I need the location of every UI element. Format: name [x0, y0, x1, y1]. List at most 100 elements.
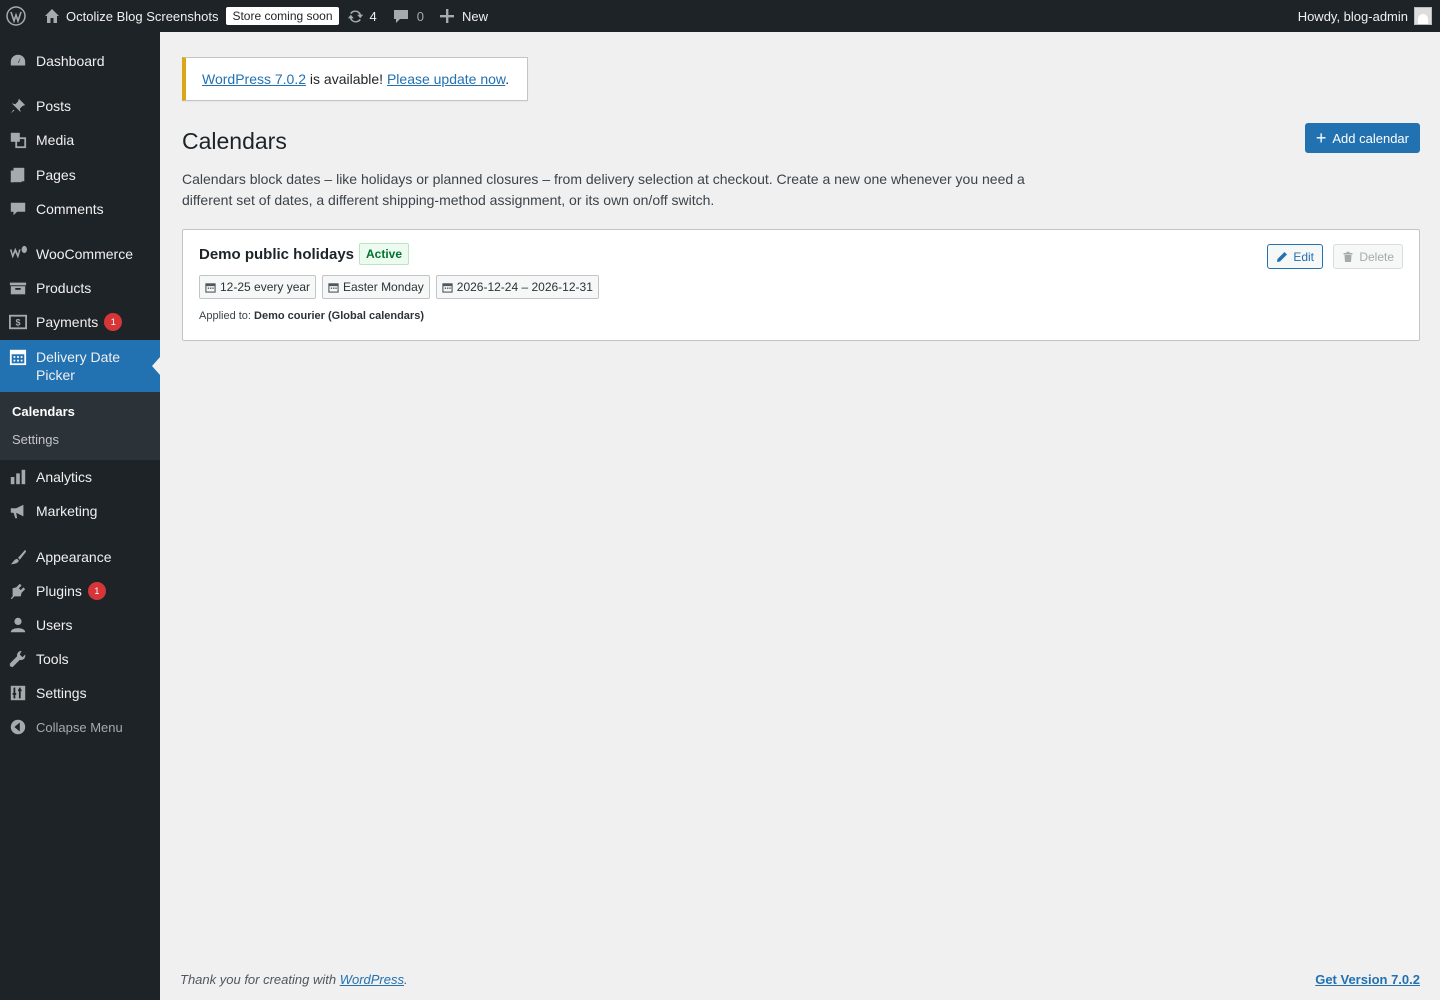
page-description: Calendars block dates – like holidays or…	[182, 171, 1025, 208]
menu-item-posts[interactable]: Posts	[0, 89, 160, 123]
menu-label: Settings	[36, 685, 87, 701]
menu-item-delivery-date-picker[interactable]: Delivery Date Picker	[0, 340, 160, 392]
delete-label: Delete	[1359, 249, 1394, 264]
submenu-item-settings[interactable]: Settings	[0, 426, 160, 454]
plugin-icon	[0, 582, 36, 600]
add-calendar-label: Add calendar	[1332, 130, 1409, 146]
store-status[interactable]: Store coming soon	[226, 0, 339, 32]
date-chips: 12-25 every year Easter Monday 2026-12-2…	[199, 275, 599, 299]
comment-icon	[0, 200, 36, 218]
footer-thanks-text: Thank you for creating with	[180, 972, 340, 987]
footer-version: Get Version 7.0.2	[1315, 972, 1420, 987]
menu-label: Pages	[36, 167, 76, 183]
account-menu[interactable]: Howdy, blog-admin	[1290, 0, 1440, 32]
menu-item-comments[interactable]: Comments	[0, 192, 160, 226]
update-notice: WordPress 7.0.2 is available! Please upd…	[182, 57, 528, 101]
payments-badge: 1	[104, 313, 123, 331]
menu-item-analytics[interactable]: Analytics	[0, 460, 160, 494]
date-chip-label: 12-25 every year	[220, 280, 311, 294]
menu-label: Plugins	[36, 583, 82, 599]
calendar-icon	[328, 282, 339, 293]
footer-thanks: Thank you for creating with WordPress.	[180, 972, 408, 987]
notice-text: is available!	[306, 71, 387, 87]
site-name-link[interactable]: Octolize Blog Screenshots	[36, 0, 226, 32]
applied-value: Demo courier (Global calendars)	[254, 310, 424, 322]
home-icon	[44, 8, 60, 24]
menu-item-tools[interactable]: Tools	[0, 642, 160, 676]
date-chip: Easter Monday	[322, 275, 430, 299]
menu-item-woocommerce[interactable]: WooCommerce	[0, 237, 160, 271]
calendar-icon	[0, 348, 36, 366]
menu-label: Media	[36, 132, 75, 148]
applied-to: Applied to: Demo courier (Global calenda…	[199, 310, 424, 322]
menu-item-appearance[interactable]: Appearance	[0, 540, 160, 574]
wordpress-logo-icon[interactable]	[0, 0, 36, 32]
collapse-menu-button[interactable]: Collapse Menu	[0, 710, 160, 744]
media-icon	[0, 131, 36, 149]
pencil-icon	[1277, 251, 1288, 262]
megaphone-icon	[0, 502, 36, 520]
menu-label: Dashboard	[36, 53, 105, 69]
new-label: New	[462, 8, 489, 24]
menu-item-settings[interactable]: Settings	[0, 676, 160, 710]
new-content-link[interactable]: New	[432, 0, 496, 32]
admin-sidebar: Dashboard Posts Media Pages Comments Woo…	[0, 32, 160, 1000]
get-version-link[interactable]: Get Version 7.0.2	[1315, 972, 1420, 987]
wordpress-version-link[interactable]: WordPress 7.0.2	[202, 71, 306, 87]
calendar-icon	[442, 282, 453, 293]
money-icon: $	[0, 313, 36, 331]
calendar-name: Demo public holidays	[199, 246, 355, 263]
collapse-label: Collapse Menu	[36, 719, 123, 735]
notice-end: .	[505, 71, 510, 87]
plus-icon: +	[1315, 128, 1327, 148]
delete-button[interactable]: Delete	[1333, 244, 1403, 269]
menu-label: Analytics	[36, 469, 93, 485]
main-content: WordPress 7.0.2 is available! Please upd…	[160, 32, 1440, 1000]
add-calendar-button[interactable]: + Add calendar	[1304, 123, 1420, 153]
calendar-card: Demo public holidays Active 12-25 every …	[182, 229, 1420, 341]
chart-icon	[0, 468, 36, 486]
comments-link[interactable]: 0	[385, 0, 432, 32]
plus-icon	[440, 9, 454, 23]
status-badge: Active	[359, 243, 410, 265]
menu-label: Appearance	[36, 549, 112, 565]
menu-label: Products	[36, 280, 92, 296]
updates-icon	[347, 8, 364, 25]
menu-label: Comments	[36, 201, 104, 217]
brush-icon	[0, 548, 36, 566]
menu-label: Tools	[36, 651, 69, 667]
user-icon	[0, 616, 36, 634]
menu-item-plugins[interactable]: Plugins 1	[0, 574, 160, 608]
menu-label: WooCommerce	[36, 246, 133, 262]
menu-item-dashboard[interactable]: Dashboard	[0, 44, 160, 78]
menu-item-payments[interactable]: $ Payments 1	[0, 305, 160, 339]
wrench-icon	[0, 650, 36, 668]
menu-item-media[interactable]: Media	[0, 123, 160, 157]
submenu-item-calendars[interactable]: Calendars	[0, 398, 160, 426]
date-chip-label: Easter Monday	[343, 280, 424, 294]
menu-item-products[interactable]: Products	[0, 271, 160, 305]
admin-bar: Octolize Blog Screenshots Store coming s…	[0, 0, 1440, 32]
applied-prefix: Applied to:	[199, 310, 251, 322]
edit-button[interactable]: Edit	[1267, 244, 1323, 269]
current-menu-arrow	[152, 357, 160, 375]
trash-icon	[1343, 251, 1353, 262]
date-chip: 2026-12-24 – 2026-12-31	[435, 275, 599, 299]
archive-icon	[0, 279, 36, 297]
page-title: Calendars	[182, 128, 287, 154]
pin-icon	[0, 97, 36, 115]
comments-count: 0	[416, 8, 424, 24]
svg-text:$: $	[15, 318, 20, 328]
submenu: Calendars Settings	[0, 392, 160, 460]
menu-item-marketing[interactable]: Marketing	[0, 494, 160, 528]
comment-icon	[393, 8, 409, 24]
avatar	[1414, 7, 1432, 25]
menu-label: Users	[36, 617, 73, 633]
menu-item-users[interactable]: Users	[0, 608, 160, 642]
wordpress-link[interactable]: WordPress	[340, 972, 404, 987]
calendar-icon	[205, 282, 216, 293]
update-now-link[interactable]: Please update now	[387, 71, 505, 87]
pages-icon	[0, 166, 36, 184]
updates-link[interactable]: 4	[339, 0, 385, 32]
menu-item-pages[interactable]: Pages	[0, 158, 160, 192]
